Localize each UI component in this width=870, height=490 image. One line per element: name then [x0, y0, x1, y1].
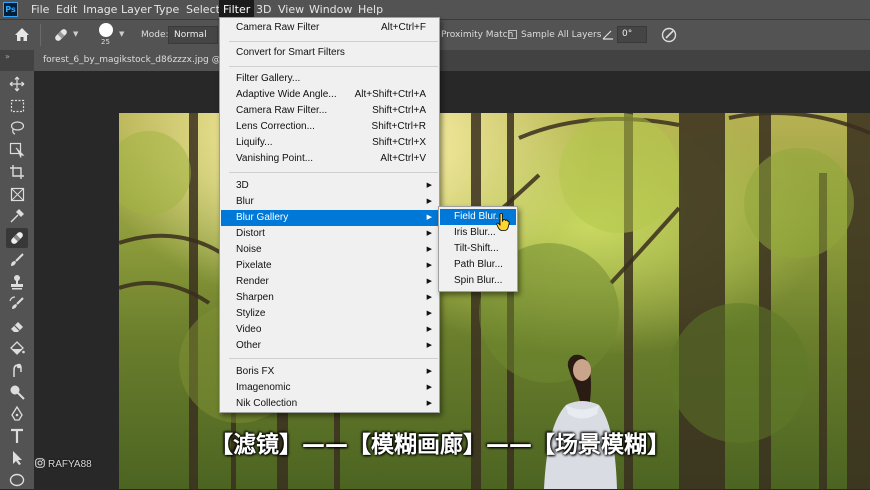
menu-item-filter-gallery[interactable]: Filter Gallery...	[221, 71, 438, 87]
brush-size-value: 25	[101, 38, 110, 46]
submenu-arrow-icon: ▶	[426, 198, 432, 205]
submenu-arrow-icon: ▶	[426, 278, 432, 285]
chevron-down-icon[interactable]: ▼	[119, 30, 124, 38]
menu-separator	[229, 41, 438, 42]
document-tab[interactable]: forest_6_by_magikstock_d86zzzx.jpg @	[34, 50, 230, 71]
video-subtitle: 【滤镜】——【模糊画廊】——【场景模糊】	[210, 432, 670, 458]
document-tab-bar: forest_6_by_magikstock_d86zzzx.jpg @	[34, 50, 870, 71]
menu-type[interactable]: Type	[150, 0, 183, 19]
submenu-arrow-icon: ▶	[426, 384, 432, 391]
menu-item-3d[interactable]: 3D ▶	[221, 178, 438, 194]
menu-item-adaptive-wide-angle[interactable]: Adaptive Wide Angle... Alt+Shift+Ctrl+A	[221, 87, 438, 103]
photoshop-logo: Ps	[3, 2, 18, 17]
submenu-arrow-icon: ▶	[426, 182, 432, 189]
pen-tool-icon[interactable]	[6, 404, 28, 424]
menu-item-camera-raw-filter[interactable]: Camera Raw Filter... Shift+Ctrl+A	[221, 103, 438, 119]
smudge-tool-icon[interactable]	[6, 360, 28, 380]
mode-select[interactable]: Normal	[168, 26, 218, 44]
brush-tip-icon[interactable]	[99, 23, 113, 37]
menu-image[interactable]: Image	[79, 0, 121, 19]
menu-separator	[229, 358, 438, 359]
menu-item-lens-correction[interactable]: Lens Correction... Shift+Ctrl+R	[221, 119, 438, 135]
menu-item-stylize[interactable]: Stylize ▶	[221, 306, 438, 322]
move-tool-icon[interactable]	[6, 74, 28, 94]
menu-item-noise[interactable]: Noise ▶	[221, 242, 438, 258]
submenu-arrow-icon: ▶	[426, 262, 432, 269]
menu-item-vanishing-point[interactable]: Vanishing Point... Alt+Ctrl+V	[221, 151, 438, 167]
submenu-arrow-icon: ▶	[426, 342, 432, 349]
hand-cursor-icon	[496, 213, 510, 235]
brush-tool-icon[interactable]	[6, 250, 28, 270]
submenu-arrow-icon: ▶	[426, 310, 432, 317]
clone-stamp-tool-icon[interactable]	[6, 272, 28, 292]
path-selection-tool-icon[interactable]	[6, 448, 28, 468]
menu-item-sharpen[interactable]: Sharpen ▶	[221, 290, 438, 306]
sample-all-checkbox[interactable]	[508, 30, 517, 39]
submenu-item-path-blur[interactable]: Path Blur...	[440, 257, 516, 273]
expand-panel-icon[interactable]: »	[5, 52, 10, 61]
submenu-arrow-icon: ▶	[426, 214, 432, 221]
chevron-down-icon[interactable]: ▼	[73, 30, 78, 38]
menu-item-nik-collection[interactable]: Nik Collection ▶	[221, 396, 438, 412]
mode-label: Mode:	[141, 30, 169, 40]
menu-select[interactable]: Select	[182, 0, 224, 19]
eraser-tool-icon[interactable]	[6, 316, 28, 336]
submenu-arrow-icon: ▶	[426, 368, 432, 375]
submenu-item-tilt-shift[interactable]: Tilt-Shift...	[440, 241, 516, 257]
submenu-arrow-icon: ▶	[426, 230, 432, 237]
paint-bucket-tool-icon[interactable]	[6, 338, 28, 358]
sample-all-label: Sample All Layers	[521, 30, 602, 40]
submenu-item-spin-blur[interactable]: Spin Blur...	[440, 273, 516, 289]
menu-item-render[interactable]: Render ▶	[221, 274, 438, 290]
watermark: RAFYA88	[35, 458, 92, 471]
lasso-tool-icon[interactable]	[6, 118, 28, 138]
menu-item-blur[interactable]: Blur ▶	[221, 194, 438, 210]
pressure-size-icon[interactable]	[660, 26, 678, 47]
menu-item-liquify[interactable]: Liquify... Shift+Ctrl+X	[221, 135, 438, 151]
angle-input[interactable]: 0°	[617, 26, 647, 43]
menu-file[interactable]: File	[27, 0, 53, 19]
proximity-match-label[interactable]: Proximity Match	[441, 30, 513, 40]
filter-menu: Camera Raw Filter Alt+Ctrl+F Convert for…	[219, 17, 440, 413]
healing-brush-preset-icon[interactable]	[52, 26, 70, 47]
type-tool-icon[interactable]	[6, 426, 28, 446]
marquee-tool-icon[interactable]	[6, 96, 28, 116]
menu-item-convert-smart-filters[interactable]: Convert for Smart Filters	[221, 45, 438, 61]
menu-item-video[interactable]: Video ▶	[221, 322, 438, 338]
history-brush-tool-icon[interactable]	[6, 294, 28, 314]
menu-separator	[229, 172, 438, 173]
crop-tool-icon[interactable]	[6, 162, 28, 182]
instagram-icon	[35, 458, 45, 471]
menu-item-other[interactable]: Other ▶	[221, 338, 438, 354]
menu-item-blur-gallery[interactable]: Blur Gallery ▶	[221, 210, 438, 226]
frame-tool-icon[interactable]	[6, 184, 28, 204]
menu-edit[interactable]: Edit	[52, 0, 81, 19]
options-divider	[40, 24, 41, 46]
home-icon[interactable]	[14, 27, 30, 45]
menu-item-boris-fx[interactable]: Boris FX ▶	[221, 364, 438, 380]
panel-collapse-strip: »	[0, 50, 34, 71]
healing-brush-tool-icon[interactable]	[6, 228, 28, 248]
submenu-arrow-icon: ▶	[426, 326, 432, 333]
object-select-tool-icon[interactable]	[6, 140, 28, 160]
watermark-text: RAFYA88	[48, 459, 92, 470]
submenu-arrow-icon: ▶	[426, 294, 432, 301]
submenu-arrow-icon: ▶	[426, 400, 432, 407]
submenu-arrow-icon: ▶	[426, 246, 432, 253]
eyedropper-tool-icon[interactable]	[6, 206, 28, 226]
menu-item-camera-raw-last[interactable]: Camera Raw Filter Alt+Ctrl+F	[221, 20, 438, 36]
angle-icon	[602, 28, 614, 43]
menu-item-imagenomic[interactable]: Imagenomic ▶	[221, 380, 438, 396]
ellipse-tool-icon[interactable]	[6, 470, 28, 490]
menu-item-distort[interactable]: Distort ▶	[221, 226, 438, 242]
menu-separator	[229, 66, 438, 67]
dodge-tool-icon[interactable]	[6, 382, 28, 402]
tools-panel	[0, 71, 34, 489]
menu-item-pixelate[interactable]: Pixelate ▶	[221, 258, 438, 274]
